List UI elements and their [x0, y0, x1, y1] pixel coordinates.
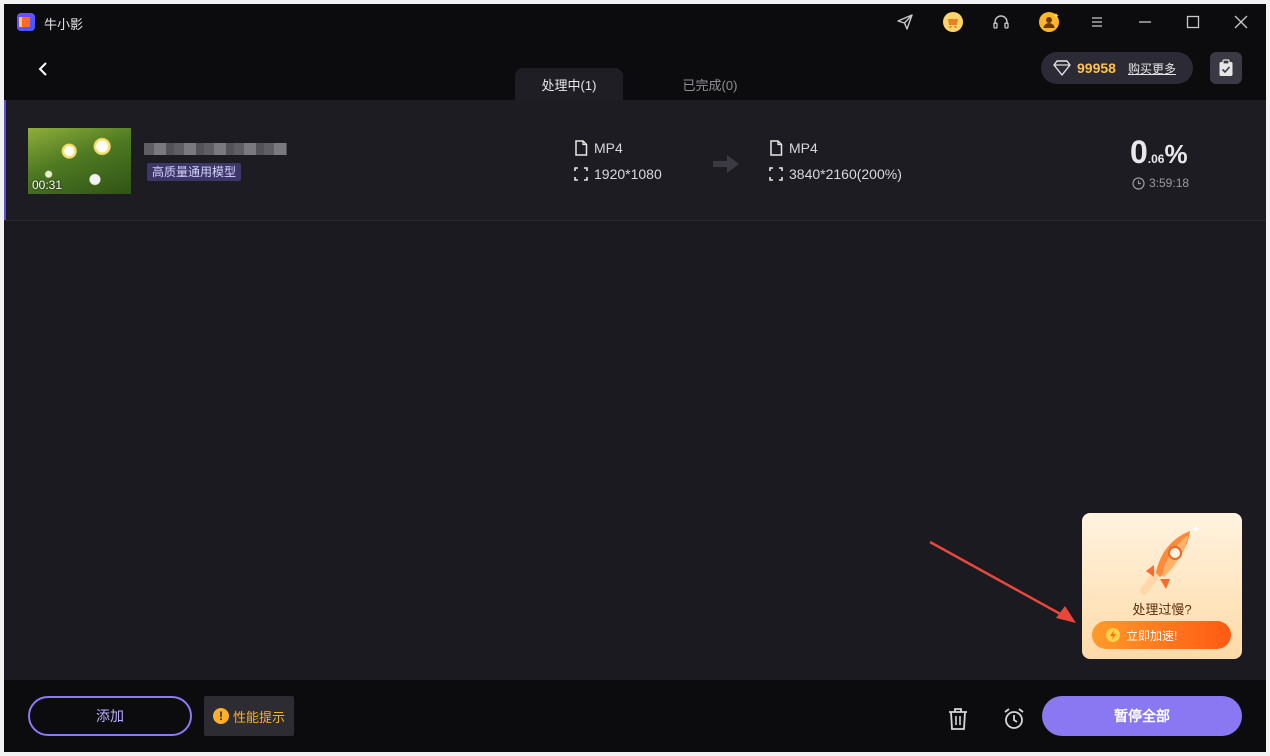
user-vip-icon[interactable] — [1038, 11, 1060, 33]
speed-up-button[interactable]: 立即加速! — [1092, 621, 1231, 649]
pause-all-button[interactable]: 暂停全部 — [1042, 696, 1242, 736]
title-bar: 牛小影 — [4, 4, 1266, 38]
video-thumbnail: 00:31 — [28, 128, 131, 194]
shop-icon[interactable] — [942, 11, 964, 33]
progress-fraction: .06 — [1147, 152, 1165, 166]
trash-icon[interactable] — [947, 707, 969, 736]
app-title: 牛小影 — [44, 17, 84, 32]
minimize-icon[interactable] — [1134, 11, 1156, 33]
model-tag: 高质量通用模型 — [147, 163, 242, 181]
arrow-right-icon — [711, 152, 741, 181]
file-icon — [770, 140, 783, 156]
target-format: MP4 — [769, 140, 818, 156]
annotation-arrow — [929, 540, 1076, 623]
task-list-button[interactable] — [1210, 52, 1242, 84]
alarm-clock-icon[interactable] — [1002, 707, 1026, 736]
close-icon[interactable] — [1230, 11, 1252, 33]
diamond-icon — [1053, 60, 1071, 76]
headset-icon[interactable] — [990, 11, 1012, 33]
maximize-icon[interactable] — [1182, 11, 1204, 33]
send-icon[interactable] — [894, 11, 916, 33]
back-button[interactable] — [32, 58, 54, 80]
rocket-icon — [1140, 525, 1200, 595]
header-bar: 处理中(1) 已完成(0) 99958 购买更多 — [4, 38, 1266, 100]
target-resolution-label: 3840*2160(200%) — [789, 166, 902, 182]
source-format-label: MP4 — [594, 140, 623, 156]
file-icon — [575, 140, 588, 156]
progress-unit: % — [1164, 139, 1188, 169]
promo-question: 处理过慢? — [1132, 602, 1192, 617]
file-name-redacted — [144, 143, 287, 155]
performance-tip-button[interactable]: ! 性能提示 — [204, 696, 294, 736]
add-button[interactable]: 添加 — [28, 696, 192, 736]
points-balance: 99958 购买更多 — [1041, 52, 1193, 84]
target-format-label: MP4 — [789, 140, 818, 156]
tab-processing[interactable]: 处理中(1) — [515, 68, 623, 100]
footer-bar: 添加 ! 性能提示 暂停全部 — [4, 680, 1266, 752]
lightning-icon — [1106, 628, 1120, 642]
target-resolution: 3840*2160(200%) — [769, 166, 902, 182]
task-row[interactable]: 00:31 高质量通用模型 MP4 1920*1080 MP4 3840*216… — [4, 100, 1266, 221]
source-format: MP4 — [574, 140, 623, 156]
resolution-icon — [574, 167, 588, 181]
progress-whole: 0 — [1130, 134, 1148, 170]
clock-icon — [1132, 176, 1145, 190]
speed-up-label: 立即加速! — [1126, 628, 1178, 643]
buy-more-link[interactable]: 购买更多 — [1128, 60, 1176, 77]
source-resolution-label: 1920*1080 — [594, 166, 662, 182]
app-logo-icon — [17, 13, 35, 31]
video-duration: 00:31 — [32, 178, 63, 192]
points-count: 99958 — [1077, 60, 1116, 76]
resolution-icon — [769, 167, 783, 181]
clipboard-check-icon — [1219, 59, 1233, 76]
remaining-time-value: 3:59:18 — [1149, 176, 1190, 190]
menu-icon[interactable] — [1086, 11, 1108, 33]
chevron-left-icon — [38, 62, 47, 76]
remaining-time: 3:59:18 — [1132, 176, 1189, 190]
warning-icon: ! — [212, 708, 229, 724]
performance-tip-label: 性能提示 — [232, 709, 285, 725]
progress-percent: 0.06% — [1130, 134, 1188, 171]
tab-completed[interactable]: 已完成(0) — [654, 68, 766, 100]
speedup-promo-card[interactable]: 处理过慢? 立即加速! — [1082, 513, 1242, 659]
source-resolution: 1920*1080 — [574, 166, 662, 182]
app-window: 牛小影 处理中(1) 已完成(0) 99958 购买更多 00:31 高质量通用… — [4, 4, 1266, 752]
